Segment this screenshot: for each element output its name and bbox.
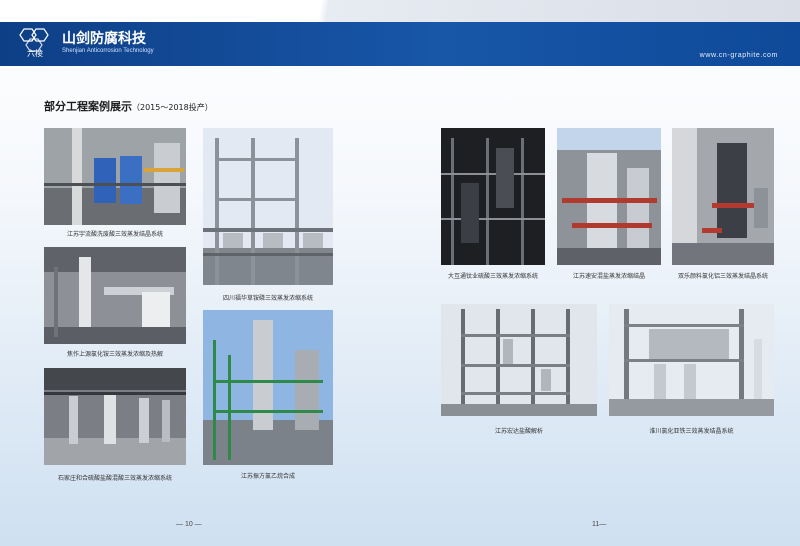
caption-8: 双乐颜料氯化铝三效蒸发结晶系统 <box>677 273 768 280</box>
caption-4: 四川福华草铵磷三效蒸发浓缩系统 <box>222 295 313 302</box>
title-sub: （2015～2018投产） <box>132 103 213 112</box>
project-photo-5 <box>203 310 333 465</box>
caption-6: 大互通钛业硫酸三效蒸发浓缩系统 <box>447 273 538 280</box>
page-number-left: — 10 — <box>176 521 202 528</box>
project-photo-1 <box>44 128 186 225</box>
caption-9: 江苏宏达盐酸解析 <box>494 428 543 435</box>
project-photo-6 <box>441 128 545 265</box>
page-number-right: 11— <box>592 521 607 528</box>
logo-mark-text: 六棱 <box>27 49 43 58</box>
caption-1: 江苏宇流酸洗废酸三效蒸发结晶系统 <box>66 231 163 238</box>
caption-7: 江苏速安混盐蒸发浓缩结晶 <box>572 273 645 280</box>
title-main: 部分工程案例展示 <box>44 100 132 113</box>
brand-name-en: Shenjian Anticorrosion Technology <box>62 48 154 54</box>
caption-2: 焦作上源氯化铵三效蒸发浓缩及热解 <box>66 351 163 358</box>
header-bar: 六棱 山剑防腐科技 Shenjian Anticorrosion Technol… <box>0 22 800 66</box>
caption-5: 江苏振方氯乙烷合成 <box>240 473 295 480</box>
project-photo-3 <box>44 368 186 465</box>
project-photo-8 <box>672 128 774 265</box>
caption-10: 淮川氯化亚铁三效蒸发结晶系统 <box>649 428 734 435</box>
project-photo-2 <box>44 247 186 344</box>
header-top-band <box>0 0 800 22</box>
brand-name-cn: 山剑防腐科技 <box>62 31 146 47</box>
project-photo-9 <box>441 304 597 416</box>
project-photo-10 <box>609 304 774 416</box>
project-photo-7 <box>557 128 661 265</box>
caption-3: 石家庄和合硫酸盐酸混酸三效蒸发浓缩系统 <box>57 475 172 482</box>
project-photo-4 <box>203 128 333 285</box>
website-url: www.cn-graphite.com <box>699 52 778 59</box>
page-title: 部分工程案例展示（2015～2018投产） <box>44 98 213 114</box>
